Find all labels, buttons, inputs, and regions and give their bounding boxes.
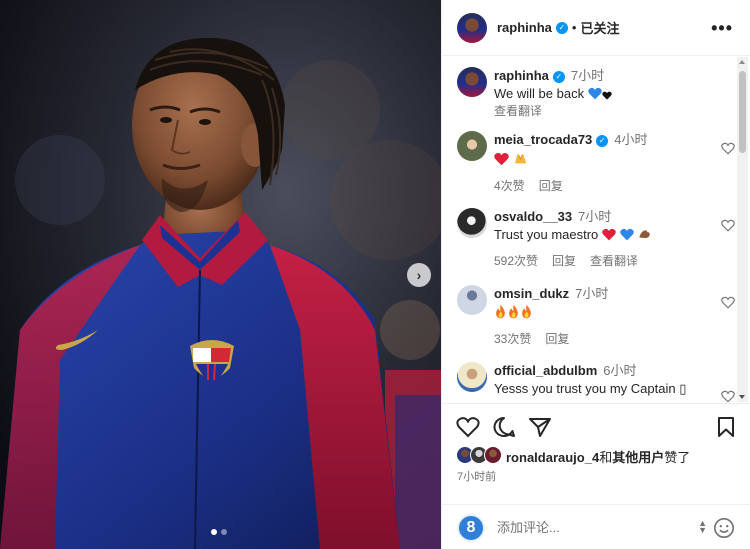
next-image-icon[interactable]: › xyxy=(407,263,431,287)
caption-text: We will be back xyxy=(494,86,585,101)
comment-likes[interactable]: 592次赞 xyxy=(494,252,538,269)
caption-username[interactable]: raphinha xyxy=(494,68,549,83)
carousel-dot-2[interactable] xyxy=(221,529,227,535)
blue-heart-icon xyxy=(587,87,602,100)
author-avatar[interactable] xyxy=(457,12,487,43)
reply-button[interactable]: 回复 xyxy=(545,330,569,347)
post-actions: ronaldaraujo_4和其他用户赞了 7小时前 8 ▲▼ xyxy=(442,403,750,549)
verified-icon: ✓ xyxy=(596,134,609,147)
fire-icon xyxy=(496,304,505,319)
header-separator: • xyxy=(571,20,577,35)
like-comment-heart-icon[interactable] xyxy=(721,296,735,309)
caption-translate-link[interactable]: 查看翻译 xyxy=(494,103,704,119)
liker-username[interactable]: ronaldaraujo_4 xyxy=(506,450,599,465)
verified-icon: ✓ xyxy=(552,70,565,83)
add-comment-bar: 8 ▲▼ xyxy=(442,504,750,549)
bookmark-icon[interactable] xyxy=(716,416,736,438)
likes-suffix: 赞了 xyxy=(664,449,691,465)
comment-likes[interactable]: 4次赞 xyxy=(494,177,525,194)
flexed-biceps-icon xyxy=(639,230,650,239)
post-side-panel: raphinha ✓ • 已关注 ••• raphinha ✓ 7小时 We wil… xyxy=(441,0,750,549)
more-options-icon[interactable]: ••• xyxy=(711,18,733,39)
comment-username[interactable]: omsin_dukz xyxy=(494,286,569,301)
comment-username[interactable]: osvaldo__33 xyxy=(494,209,572,224)
black-heart-icon xyxy=(601,91,612,100)
fire-icon xyxy=(522,304,531,319)
carousel-dot-1[interactable] xyxy=(211,529,217,535)
input-spinner-icon[interactable]: ▲ ▼ xyxy=(698,519,707,535)
raising-hands-icon xyxy=(514,154,526,164)
share-icon[interactable] xyxy=(528,416,552,438)
comment-username[interactable]: meia_trocada73 xyxy=(494,132,592,147)
player-photo xyxy=(0,0,441,549)
heart-icon[interactable] xyxy=(456,416,480,438)
like-comment-heart-icon[interactable] xyxy=(721,219,735,232)
like-comment-heart-icon[interactable] xyxy=(721,142,735,155)
comment-likes[interactable]: 33次赞 xyxy=(494,330,531,347)
emoji-icon[interactable] xyxy=(713,517,735,539)
comment-icon[interactable] xyxy=(492,416,516,438)
author-username[interactable]: raphinha xyxy=(497,20,552,35)
liker-avatars xyxy=(456,446,504,466)
reply-button[interactable]: 回复 xyxy=(539,177,563,194)
comment-time[interactable]: 7小时 xyxy=(578,209,611,224)
caption-avatar[interactable] xyxy=(457,67,487,97)
red-heart-icon xyxy=(602,228,616,241)
commenter-avatar[interactable] xyxy=(457,285,487,315)
comments-list: raphinha ✓ 7小时 We will be back 查看翻译 meia_t… xyxy=(442,57,750,402)
likes-connector: 和 xyxy=(599,449,613,465)
instagram-post-view: › raphinha ✓ • 已关注 ••• raphinha ✓ 7小时 We… xyxy=(0,0,750,549)
carousel-dots xyxy=(211,529,227,535)
red-heart-icon xyxy=(494,153,509,166)
post-photo: › xyxy=(0,0,441,549)
verified-icon: ✓ xyxy=(555,21,568,34)
commenter-avatar[interactable] xyxy=(457,131,487,161)
reply-button[interactable]: 回复 xyxy=(552,252,576,269)
liker-avatar[interactable] xyxy=(484,446,502,464)
translate-link[interactable]: 查看翻译 xyxy=(590,252,638,269)
comment-time[interactable]: 7小时 xyxy=(575,286,608,301)
post-header: raphinha ✓ • 已关注 ••• xyxy=(442,0,750,56)
scroll-up-icon[interactable] xyxy=(739,60,745,64)
blue-heart-icon xyxy=(619,228,634,241)
comment-text: Yesss you trust you my Captain ▯ xyxy=(494,381,687,396)
commenter-avatar[interactable] xyxy=(457,208,487,238)
comments-scrollbar[interactable] xyxy=(737,57,748,402)
fire-icon xyxy=(509,304,518,319)
comment-input[interactable] xyxy=(497,520,677,535)
scroll-down-icon[interactable] xyxy=(739,395,745,399)
other-likers-link[interactable]: 其他用户 xyxy=(612,450,664,465)
comment-text: Trust you maestro xyxy=(494,227,599,242)
comment-time[interactable]: 6小时 xyxy=(603,363,636,378)
scrollbar-thumb[interactable] xyxy=(739,71,746,153)
caption-time[interactable]: 7小时 xyxy=(571,68,604,83)
likes-summary: ronaldaraujo_4和其他用户赞了 xyxy=(456,446,690,466)
comment-time[interactable]: 4小时 xyxy=(614,132,647,147)
comment-username[interactable]: official_abdulbm xyxy=(494,363,597,378)
following-button[interactable]: 已关注 xyxy=(580,18,619,37)
like-comment-heart-icon[interactable] xyxy=(721,390,735,402)
commenter-avatar[interactable] xyxy=(457,362,487,392)
current-user-avatar[interactable]: 8 xyxy=(457,513,485,542)
post-timestamp[interactable]: 7小时前 xyxy=(457,468,496,484)
